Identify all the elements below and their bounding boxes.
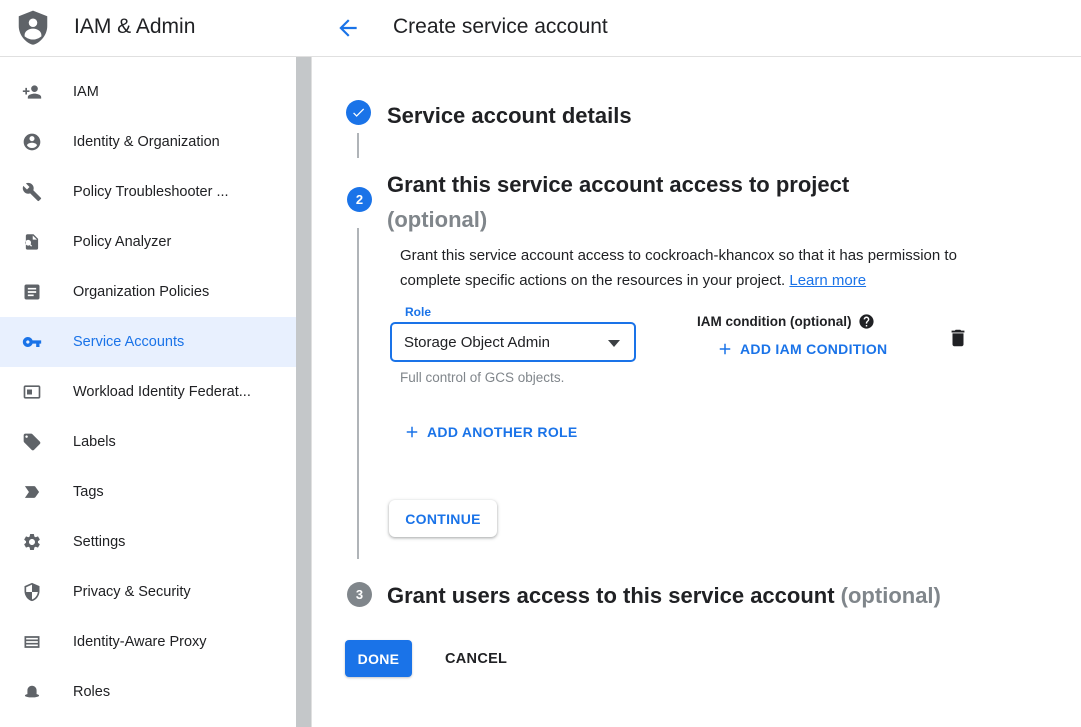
sidebar-item-label: Organization Policies — [73, 284, 209, 300]
sidebar-item-label: Service Accounts — [73, 334, 184, 350]
sidebar-item-label: Labels — [73, 434, 116, 450]
account-circle-icon — [22, 132, 42, 152]
step3-title-text: Grant users access to this service accou… — [387, 583, 835, 608]
step3-title-optional: (optional) — [841, 583, 941, 608]
done-button[interactable]: DONE — [345, 640, 412, 677]
sidebar-item-identity-organization[interactable]: Identity & Organization — [0, 117, 296, 167]
sidebar-item-label: Workload Identity Federat... — [73, 384, 251, 400]
role-helper-text: Full control of GCS objects. — [400, 370, 564, 385]
sidebar: IAM Identity & Organization Policy Troub… — [0, 57, 296, 727]
continue-button[interactable]: CONTINUE — [389, 500, 497, 537]
add-iam-condition-button[interactable]: ADD IAM CONDITION — [716, 340, 887, 358]
add-another-role-label: ADD ANOTHER ROLE — [427, 424, 578, 440]
learn-more-link[interactable]: Learn more — [789, 272, 866, 289]
label-tag-icon — [22, 432, 42, 452]
step-connector — [357, 228, 359, 559]
cancel-button[interactable]: CANCEL — [445, 640, 507, 677]
step3-title: Grant users access to this service accou… — [387, 578, 1067, 613]
step2-title-text: Grant this service account access to pro… — [387, 167, 1007, 202]
sidebar-item-policy-analyzer[interactable]: Policy Analyzer — [0, 217, 296, 267]
person-add-icon — [22, 82, 42, 102]
sidebar-scrollbar-thumb[interactable] — [296, 57, 311, 727]
document-search-icon — [22, 232, 42, 252]
step2-title: Grant this service account access to pro… — [387, 167, 1007, 237]
role-field-label: Role — [400, 305, 436, 319]
badge-card-icon — [22, 382, 42, 402]
step1-title: Service account details — [387, 98, 632, 133]
sidebar-item-iam[interactable]: IAM — [0, 67, 296, 117]
help-icon[interactable] — [858, 313, 875, 330]
sidebar-item-service-accounts[interactable]: Service Accounts — [0, 317, 296, 367]
add-another-role-button[interactable]: ADD ANOTHER ROLE — [403, 423, 578, 441]
iam-admin-shield-person-icon — [14, 9, 52, 47]
product-title: IAM & Admin — [74, 15, 195, 39]
document-lines-icon — [22, 282, 42, 302]
gear-icon — [22, 532, 42, 552]
sidebar-item-identity-aware-proxy[interactable]: Identity-Aware Proxy — [0, 617, 296, 667]
step2-description-text: Grant this service account access to coc… — [400, 247, 957, 289]
step2-number: 2 — [356, 192, 363, 207]
sidebar-item-label: IAM — [73, 84, 99, 100]
check-icon — [351, 105, 366, 120]
sidebar-item-label: Identity & Organization — [73, 134, 220, 150]
add-iam-condition-label: ADD IAM CONDITION — [740, 341, 887, 357]
create-service-account-page: IAM & Admin Create service account IAM I… — [0, 0, 1081, 727]
hat-icon — [22, 682, 42, 702]
sidebar-item-label: Identity-Aware Proxy — [73, 634, 207, 650]
sidebar-item-workload-identity-federation[interactable]: Workload Identity Federat... — [0, 367, 296, 417]
sidebar-item-privacy-security[interactable]: Privacy & Security — [0, 567, 296, 617]
sidebar-item-label: Privacy & Security — [73, 584, 191, 600]
step2-title-optional: (optional) — [387, 202, 1007, 237]
sidebar-item-roles[interactable]: Roles — [0, 667, 296, 717]
sidebar-content-divider — [311, 0, 312, 727]
plus-icon — [716, 340, 734, 358]
sidebar-item-policy-troubleshooter[interactable]: Policy Troubleshooter ... — [0, 167, 296, 217]
sidebar-item-organization-policies[interactable]: Organization Policies — [0, 267, 296, 317]
proxy-stripes-icon — [22, 632, 42, 652]
sidebar-item-labels[interactable]: Labels — [0, 417, 296, 467]
sidebar-item-tags[interactable]: Tags — [0, 467, 296, 517]
arrow-back-icon[interactable] — [335, 15, 361, 41]
step2-description: Grant this service account access to coc… — [400, 243, 986, 293]
step1-complete-badge — [346, 100, 371, 125]
step2-badge: 2 — [347, 187, 372, 212]
chevron-down-icon — [608, 340, 620, 347]
step-connector — [357, 133, 359, 158]
iam-condition-label-text: IAM condition (optional) — [697, 314, 851, 329]
sidebar-item-label: Policy Analyzer — [73, 234, 171, 250]
page-title: Create service account — [393, 15, 608, 39]
tag-arrow-icon — [22, 482, 42, 502]
step3-number: 3 — [356, 587, 363, 602]
sidebar-item-label: Tags — [73, 484, 104, 500]
wrench-icon — [22, 182, 42, 202]
sidebar-item-settings[interactable]: Settings — [0, 517, 296, 567]
sidebar-item-label: Policy Troubleshooter ... — [73, 184, 229, 200]
app-header: IAM & Admin Create service account — [0, 0, 1081, 57]
plus-icon — [403, 423, 421, 441]
service-account-key-icon — [22, 332, 42, 352]
trash-icon[interactable] — [947, 327, 969, 349]
step3-badge: 3 — [347, 582, 372, 607]
sidebar-item-label: Roles — [73, 684, 110, 700]
sidebar-scrollbar-track — [296, 57, 311, 727]
iam-condition-label: IAM condition (optional) — [697, 313, 875, 330]
role-select[interactable]: Storage Object Admin — [390, 322, 636, 362]
sidebar-item-label: Settings — [73, 534, 125, 550]
shield-half-icon — [22, 582, 42, 602]
role-select-value: Storage Object Admin — [404, 334, 550, 351]
